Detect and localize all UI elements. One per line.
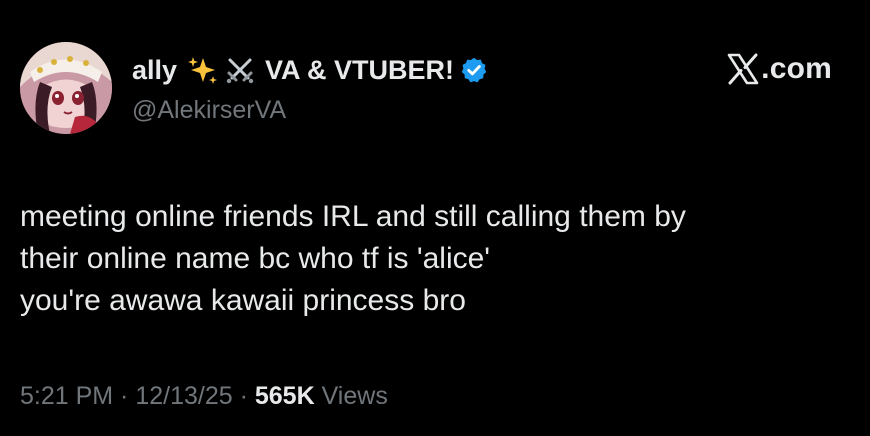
avatar-image (20, 42, 112, 134)
meta-separator: · (113, 382, 136, 410)
tweet-card: ally VA & VTUBER! @AlekirserVA .com meet… (0, 0, 870, 436)
tweet-line: their online name bc who tf is 'alice' (20, 242, 491, 275)
author-name-row[interactable]: ally VA & VTUBER! (132, 50, 488, 90)
sparkles-icon (188, 57, 218, 84)
tweet-date[interactable]: 12/13/25 (135, 382, 232, 410)
brand-watermark: .com (726, 52, 832, 86)
crossed-swords-icon (226, 58, 254, 84)
brand-text: .com (761, 52, 832, 85)
verified-badge-icon[interactable] (460, 56, 488, 84)
author-handle[interactable]: @AlekirserVA (132, 96, 286, 125)
tweet-line: you're awawa kawaii princess bro (20, 284, 466, 317)
x-logo-icon (727, 53, 759, 85)
display-name[interactable]: ally (132, 55, 177, 86)
views-label: Views (314, 382, 388, 410)
tweet-time[interactable]: 5:21 PM (20, 382, 113, 410)
tweet-line: meeting online friends IRL and still cal… (20, 200, 686, 233)
tweet-meta: 5:21 PM · 12/13/25 · 565K Views (20, 382, 388, 411)
display-name-suffix[interactable]: VA & VTUBER! (265, 55, 454, 86)
tweet-text: meeting online friends IRL and still cal… (20, 196, 850, 322)
avatar[interactable] (20, 42, 112, 134)
meta-separator: · (232, 382, 255, 410)
views-count[interactable]: 565K (255, 382, 315, 410)
